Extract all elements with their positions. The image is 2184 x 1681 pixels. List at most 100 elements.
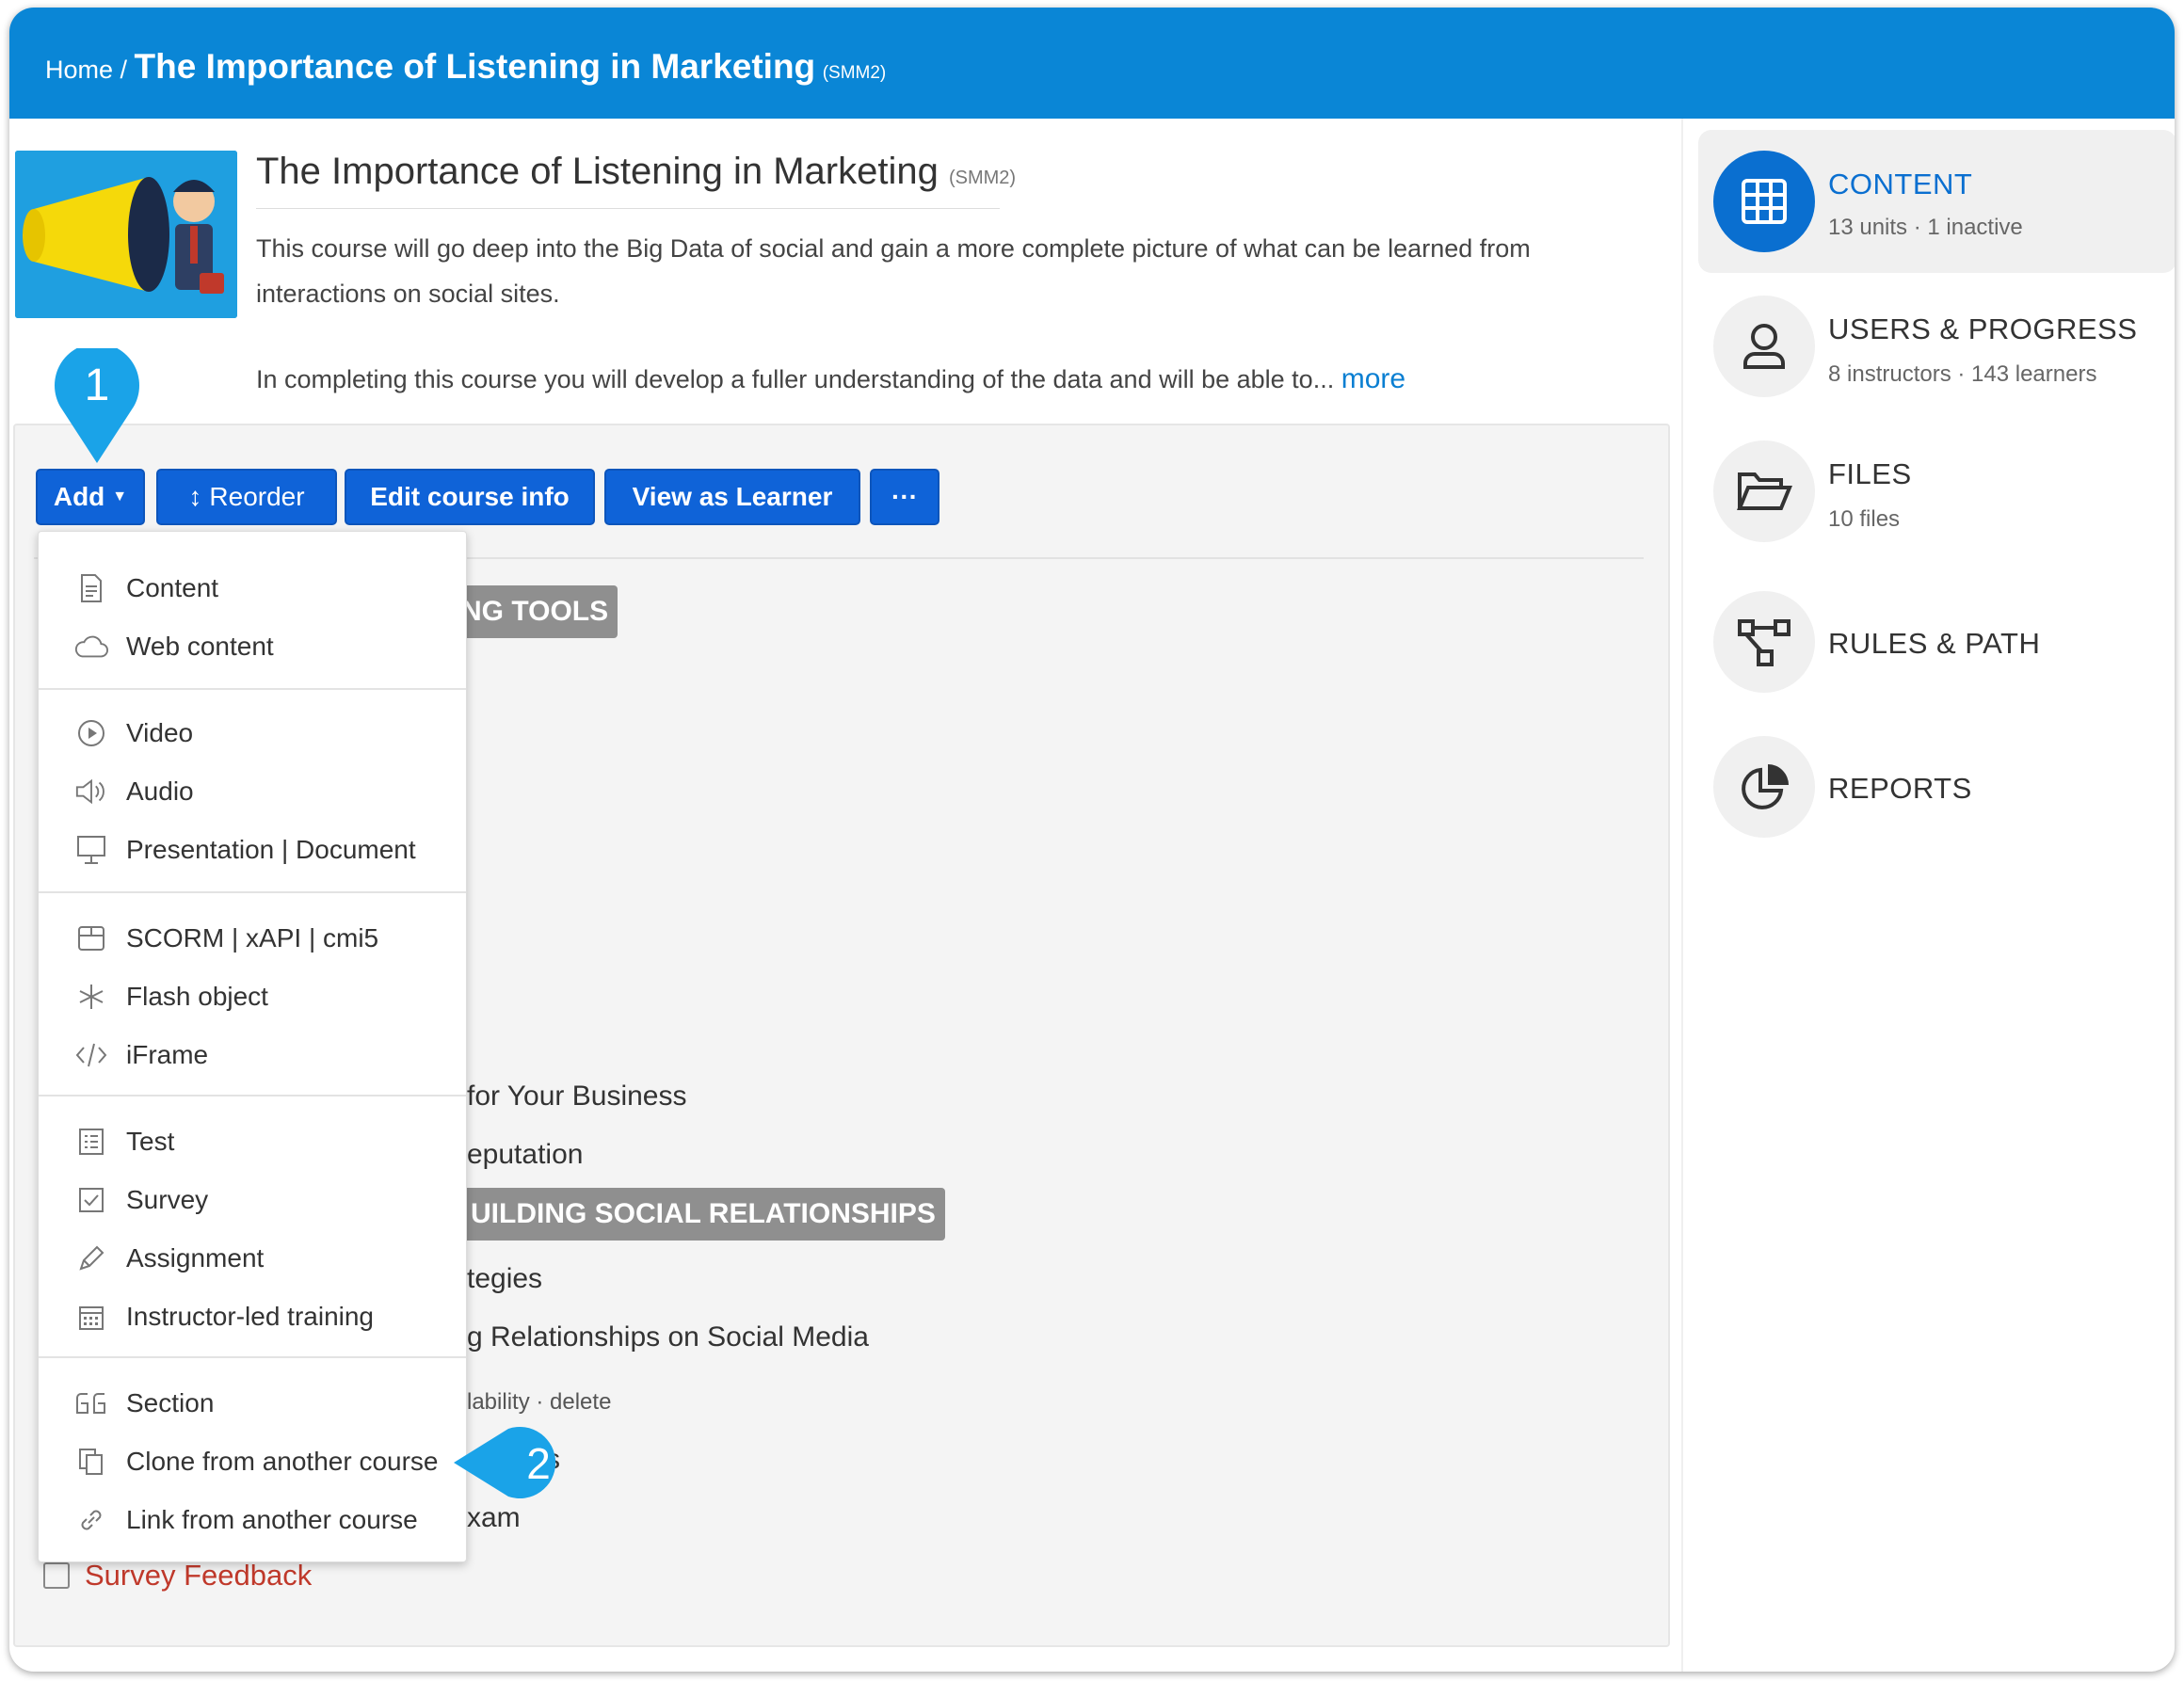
menu-item-label: Link from another course — [126, 1505, 418, 1534]
course-title-text: The Importance of Listening in Marketing — [256, 151, 939, 192]
menu-item-video[interactable]: Video — [39, 707, 466, 760]
menu-item-label: SCORM | xAPI | cmi5 — [126, 923, 379, 953]
add-dropdown-menu: Content Web content Video Audio Presenta… — [38, 531, 467, 1562]
more-options-button[interactable]: ··· — [870, 469, 939, 525]
menu-divider — [39, 891, 466, 893]
menu-item-presentation[interactable]: Presentation | Document — [39, 824, 466, 876]
sidebar-item-users[interactable]: USERS & PROGRESS 8 instructors · 143 lea… — [1698, 275, 2175, 418]
package-icon — [74, 921, 108, 955]
menu-item-label: Instructor-led training — [126, 1302, 375, 1331]
checklist-icon — [74, 1125, 108, 1159]
menu-item-label: Clone from another course — [126, 1447, 439, 1476]
document-icon — [74, 571, 108, 605]
course-code: (SMM2) — [948, 168, 1017, 188]
asterisk-icon — [74, 980, 108, 1014]
survey-checkbox-icon — [43, 1562, 70, 1589]
unit-row[interactable]: g Relationships on Social Media — [467, 1321, 869, 1353]
menu-item-label: Audio — [126, 776, 194, 806]
menu-item-label: Flash object — [126, 982, 268, 1011]
breadcrumb: Home / The Importance of Listening in Ma… — [45, 47, 886, 87]
megaphone-illustration — [15, 151, 237, 318]
sidebar-divider — [1681, 119, 1683, 1672]
sidebar-item-label: USERS & PROGRESS — [1828, 312, 2138, 345]
breadcrumb-title: The Importance of Listening in Marketing — [134, 47, 816, 86]
section-header-2[interactable]: UILDING SOCIAL RELATIONSHIPS — [461, 1188, 945, 1241]
unit-row[interactable]: xam — [467, 1502, 521, 1534]
menu-item-ilt[interactable]: Instructor-led training — [39, 1290, 466, 1343]
grid-icon — [1713, 151, 1815, 252]
course-description: This course will go deep into the Big Da… — [256, 234, 1531, 308]
user-icon — [1713, 296, 1815, 397]
unit-row[interactable]: tegies — [467, 1263, 542, 1295]
sidebar-item-content[interactable]: CONTENT 13 units · 1 inactive — [1698, 130, 2175, 273]
breadcrumb-home-link[interactable]: Home / — [45, 56, 127, 84]
reorder-label: Reorder — [209, 482, 305, 511]
reorder-arrows-icon: ↕ — [188, 482, 202, 511]
course-description-continued: In completing this course you will devel… — [256, 363, 1593, 395]
breadcrumb-code: (SMM2) — [822, 63, 887, 83]
section-header-1[interactable]: NG TOOLS — [452, 585, 618, 638]
reorder-button[interactable]: ↕ Reorder — [156, 469, 337, 525]
menu-divider — [39, 1095, 466, 1097]
menu-item-scorm[interactable]: SCORM | xAPI | cmi5 — [39, 912, 466, 965]
course-thumbnail — [15, 151, 237, 318]
edit-course-info-button[interactable]: Edit course info — [345, 469, 595, 525]
callout-1: 1 — [51, 343, 143, 465]
add-button[interactable]: Add ▼ — [36, 469, 145, 525]
sidebar-item-label: RULES & PATH — [1828, 627, 2041, 660]
menu-divider — [39, 1356, 466, 1358]
calendar-icon — [74, 1300, 108, 1334]
unit-row[interactable]: for Your Business — [467, 1081, 686, 1113]
menu-item-web-content[interactable]: Web content — [39, 620, 466, 673]
sidebar-item-files[interactable]: FILES 10 files — [1698, 420, 2175, 563]
menu-item-label: Section — [126, 1388, 215, 1417]
link-icon — [74, 1503, 108, 1537]
pie-chart-icon — [1713, 736, 1815, 838]
play-icon — [74, 716, 108, 750]
sidebar-item-reports[interactable]: REPORTS — [1698, 717, 2175, 860]
copy-icon — [74, 1445, 108, 1479]
checkbox-icon — [74, 1183, 108, 1217]
sidebar-item-label: CONTENT — [1828, 168, 1973, 200]
title-divider — [256, 208, 1000, 209]
sidebar-item-sub: 8 instructors · 143 learners — [1828, 361, 2097, 387]
menu-item-label: Assignment — [126, 1243, 265, 1273]
add-label: Add — [53, 482, 105, 511]
callout-2-number: 2 — [526, 1439, 551, 1488]
menu-item-audio[interactable]: Audio — [39, 765, 466, 818]
unit-row[interactable]: eputation — [467, 1139, 583, 1171]
app-window: Home / The Importance of Listening in Ma… — [9, 8, 2175, 1672]
menu-item-clone[interactable]: Clone from another course — [39, 1435, 466, 1488]
menu-item-link[interactable]: Link from another course — [39, 1494, 466, 1546]
view-as-learner-button[interactable]: View as Learner — [604, 469, 860, 525]
code-icon — [74, 1038, 108, 1072]
menu-item-iframe[interactable]: iFrame — [39, 1029, 466, 1081]
unit-actions[interactable]: lability · delete — [467, 1389, 611, 1416]
speaker-icon — [74, 775, 108, 808]
menu-item-label: iFrame — [126, 1040, 209, 1069]
sidebar-item-sub: 13 units · 1 inactive — [1828, 215, 2023, 240]
sidebar-item-label: FILES — [1828, 457, 1912, 490]
menu-item-section[interactable]: Section — [39, 1377, 466, 1430]
menu-item-test[interactable]: Test — [39, 1115, 466, 1168]
folder-icon — [1713, 440, 1815, 542]
menu-item-flash[interactable]: Flash object — [39, 970, 466, 1023]
cloud-icon — [74, 630, 108, 664]
menu-item-survey[interactable]: Survey — [39, 1174, 466, 1226]
callout-1-number: 1 — [84, 360, 110, 410]
quote-icon — [74, 1386, 108, 1420]
menu-item-content[interactable]: Content — [39, 562, 466, 615]
survey-feedback-unit[interactable]: Survey Feedback — [85, 1559, 312, 1593]
menu-item-label: Presentation | Document — [126, 835, 416, 864]
more-link[interactable]: more — [1341, 363, 1405, 394]
header-bar: Home / The Importance of Listening in Ma… — [9, 8, 2175, 119]
menu-item-assignment[interactable]: Assignment — [39, 1232, 466, 1285]
course-title: The Importance of Listening in Marketing… — [256, 151, 1016, 193]
caret-down-icon: ▼ — [112, 488, 128, 504]
sidebar-item-rules[interactable]: RULES & PATH — [1698, 572, 2175, 715]
menu-item-label: Test — [126, 1127, 175, 1156]
pencil-icon — [74, 1241, 108, 1275]
course-description-2: In completing this course you will devel… — [256, 365, 1335, 393]
menu-item-label: Survey — [126, 1185, 209, 1214]
presentation-icon — [74, 833, 108, 867]
